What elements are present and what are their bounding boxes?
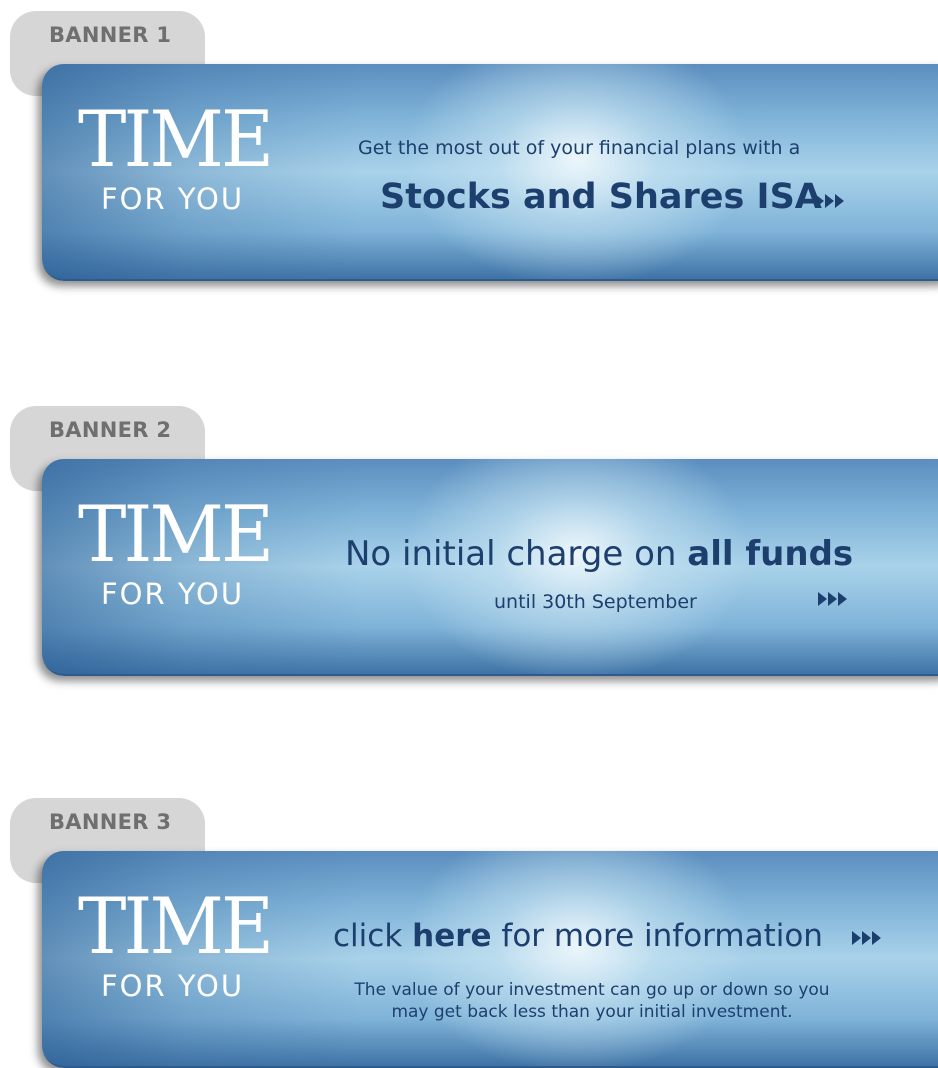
banner-3[interactable]: TIME FOR YOU click here for more informa…: [42, 851, 938, 1068]
triple-right-arrow-icon[interactable]: [852, 931, 881, 945]
banner-2-subtitle: until 30th September: [494, 591, 697, 613]
banner-1-tab-label: BANNER 1: [49, 23, 172, 47]
banner-1-logo-time: TIME: [78, 95, 274, 185]
banner-1-subtitle: Get the most out of your financial plans…: [358, 137, 801, 159]
banner-3-tab-label: BANNER 3: [49, 810, 172, 834]
banner-1[interactable]: TIME FOR YOU Get the most out of your fi…: [42, 64, 938, 281]
banner-2[interactable]: TIME FOR YOU No initial charge on all fu…: [42, 459, 938, 676]
triple-right-arrow-icon[interactable]: [815, 194, 844, 208]
banner-2-tab-label: BANNER 2: [49, 418, 172, 442]
banner-3-here-link[interactable]: here: [412, 918, 491, 954]
banner-1-headline: Stocks and Shares ISA: [380, 177, 822, 217]
banner-3-logo-time: TIME: [78, 882, 274, 972]
banner-1-logo-foryou: FOR YOU: [101, 182, 245, 216]
banner-2-headline-bold: all funds: [687, 534, 854, 574]
banner-2-logo-time: TIME: [78, 490, 274, 580]
triple-right-arrow-icon[interactable]: [818, 592, 847, 606]
banner-2-logo-foryou: FOR YOU: [101, 577, 245, 611]
banner-3-logo-foryou: FOR YOU: [101, 969, 245, 1003]
banner-3-headline-post: for more information: [491, 918, 823, 954]
banner-3-headline[interactable]: click here for more information: [333, 918, 823, 954]
banner-3-headline-pre: click: [333, 918, 413, 954]
banner-3-disclaimer: The value of your investment can go up o…: [354, 980, 830, 1022]
banner-2-headline: No initial charge on all funds: [345, 534, 853, 574]
banner-2-headline-text: No initial charge on: [345, 534, 688, 574]
